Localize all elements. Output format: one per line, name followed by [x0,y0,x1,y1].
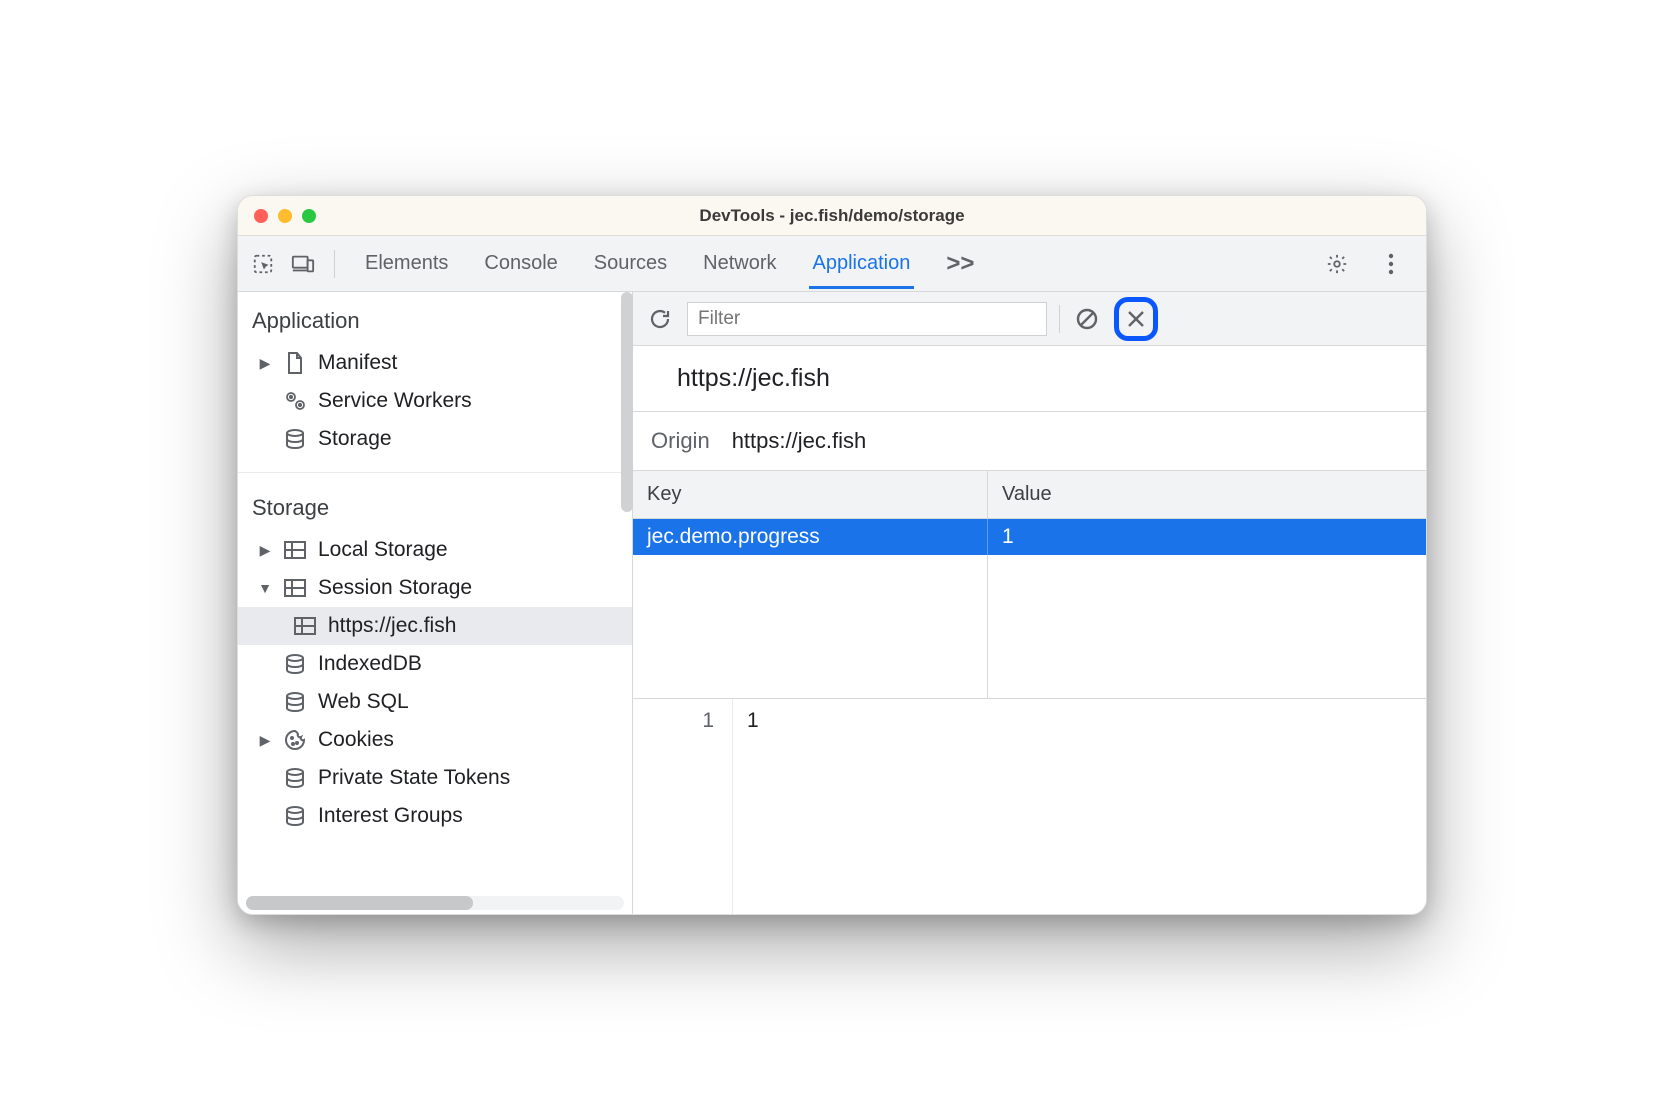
scrollbar-thumb[interactable] [246,896,473,910]
delete-selected-button[interactable] [1121,304,1151,334]
grid-icon [292,613,318,639]
chevron-right-icon: ▶ [258,542,272,559]
kv-table-header: Key Value [633,471,1426,519]
gears-icon [282,388,308,414]
titlebar: DevTools - jec.fish/demo/storage [238,196,1426,236]
column-key[interactable]: Key [633,471,988,518]
sidebar-item-label: Manifest [318,351,397,375]
refresh-button[interactable] [645,304,675,334]
tab-console[interactable]: Console [480,238,561,289]
toolbar-divider [1059,305,1060,333]
column-value[interactable]: Value [988,471,1426,518]
tabbar: Elements Console Sources Network Applica… [238,236,1426,292]
sidebar-item-private-state-tokens[interactable]: Private State Tokens [238,759,632,797]
table-row[interactable]: jec.demo.progress 1 [633,519,1426,555]
cookie-icon [282,727,308,753]
sidebar-item-label: https://jec.fish [328,614,456,638]
sidebar-item-session-storage[interactable]: ▼ Session Storage [238,569,632,607]
sidebar-item-interest-groups[interactable]: Interest Groups [238,797,632,835]
sidebar-item-label: Session Storage [318,576,472,600]
origin-heading: https://jec.fish [633,346,1426,412]
content: Application ▶ Manifest [238,292,1426,914]
window-title: DevTools - jec.fish/demo/storage [238,206,1426,226]
sidebar-item-label: Service Workers [318,389,472,413]
tab-network[interactable]: Network [699,238,780,289]
inspect-icon[interactable] [248,249,278,279]
file-icon [282,350,308,376]
sidebar-item-cookies[interactable]: ▶ Cookies [238,721,632,759]
tab-sources[interactable]: Sources [590,238,671,289]
sidebar-item-manifest[interactable]: ▶ Manifest [238,344,632,382]
tab-elements[interactable]: Elements [361,238,452,289]
sidebar-item-local-storage[interactable]: ▶ Local Storage [238,531,632,569]
tabs: Elements Console Sources Network Applica… [361,236,1314,292]
sidebar-item-websql[interactable]: Web SQL [238,683,632,721]
cell-value[interactable]: 1 [988,525,1426,549]
preview-value: 1 [733,699,773,914]
database-icon [282,426,308,452]
sidebar-item-label: Storage [318,427,392,451]
cell-key[interactable]: jec.demo.progress [633,519,988,555]
delete-selected-highlight [1114,297,1158,341]
database-icon [282,651,308,677]
sidebar-item-label: IndexedDB [318,652,422,676]
kv-table-body: jec.demo.progress 1 [633,519,1426,699]
main-panel: https://jec.fish Origin https://jec.fish… [633,292,1426,914]
database-icon [282,803,308,829]
vertical-scrollbar[interactable] [621,292,633,512]
sidebar-item-indexeddb[interactable]: IndexedDB [238,645,632,683]
storage-toolbar [633,292,1426,346]
sidebar-horizontal-scrollbar[interactable] [246,896,624,910]
grid-icon [282,575,308,601]
devtools-window: DevTools - jec.fish/demo/storage Element… [237,195,1427,915]
origin-row: Origin https://jec.fish [633,412,1426,471]
sidebar-item-label: Cookies [318,728,394,752]
device-toggle-icon[interactable] [288,249,318,279]
value-preview: 1 1 [633,699,1426,914]
preview-line-number: 1 [633,699,733,914]
sidebar-item-service-workers[interactable]: Service Workers [238,382,632,420]
sidebar: Application ▶ Manifest [238,292,633,914]
database-icon [282,689,308,715]
sidebar-item-label: Local Storage [318,538,448,562]
sidebar-item-session-storage-origin[interactable]: https://jec.fish [238,607,632,645]
chevron-right-icon: ▶ [258,355,272,372]
chevron-right-icon: ▶ [258,732,272,749]
section-application: Application [238,292,632,344]
settings-icon[interactable] [1322,249,1352,279]
chevron-down-icon: ▼ [258,580,272,596]
table-empty-area[interactable] [633,555,1426,698]
tab-application[interactable]: Application [809,238,915,289]
tabs-overflow[interactable]: >> [942,236,978,292]
section-storage: Storage [238,479,632,531]
kebab-menu-icon[interactable] [1376,249,1406,279]
origin-label: Origin [651,428,710,454]
sidebar-item-storage[interactable]: Storage [238,420,632,458]
clear-all-button[interactable] [1072,304,1102,334]
grid-icon [282,537,308,563]
tabbar-divider [334,250,335,278]
filter-input[interactable] [687,302,1047,336]
database-icon [282,765,308,791]
sidebar-item-label: Private State Tokens [318,766,510,790]
sidebar-divider [238,472,632,473]
sidebar-item-label: Web SQL [318,690,409,714]
sidebar-item-label: Interest Groups [318,804,463,828]
origin-value: https://jec.fish [732,428,867,454]
